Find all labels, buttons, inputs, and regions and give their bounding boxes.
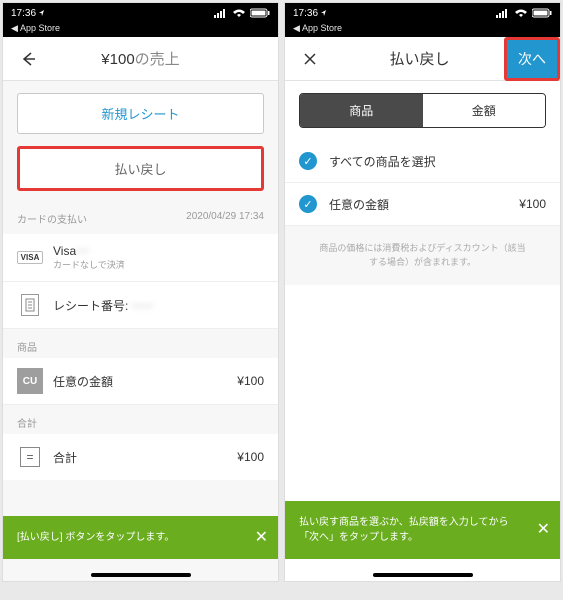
cu-icon: CU — [17, 368, 43, 394]
instruction-toast: [払い戻し] ボタンをタップします。 ✕ — [3, 516, 278, 559]
payment-section-header: カードの支払い 2020/04/29 17:34 — [3, 203, 278, 234]
home-indicator[interactable] — [91, 573, 191, 577]
toast-close-button[interactable]: ✕ — [255, 526, 268, 550]
segment-control: 商品 金額 — [299, 93, 546, 128]
custom-amount-row[interactable]: ✓ 任意の金額 ¥100 — [285, 183, 560, 226]
back-app-store[interactable]: ◀ App Store — [11, 23, 60, 33]
page-title: ¥100の売上 — [53, 48, 228, 69]
close-icon — [301, 50, 319, 68]
phone-right: 17:36 ◀ App Store 払い戻し 次へ 商品 金額 — [284, 2, 561, 582]
receipt-icon — [21, 294, 39, 316]
wifi-icon — [232, 9, 246, 18]
select-all-row[interactable]: ✓ すべての商品を選択 — [285, 140, 560, 183]
visa-icon: VISA — [17, 251, 44, 264]
items-header: 商品 — [3, 329, 278, 358]
home-indicator[interactable] — [373, 573, 473, 577]
status-bar: 17:36 — [285, 3, 560, 23]
total-row: = 合計 ¥100 — [3, 434, 278, 480]
refund-button[interactable]: 払い戻し — [17, 146, 264, 191]
segment-amount[interactable]: 金額 — [423, 94, 546, 127]
battery-icon — [250, 8, 270, 18]
close-button[interactable] — [285, 50, 335, 68]
check-icon: ✓ — [299, 152, 317, 170]
battery-icon — [532, 8, 552, 18]
phone-left: 17:36 ◀ App Store ¥100の売上 新規レシート 払い戻し — [2, 2, 279, 582]
signal-icon — [496, 9, 510, 18]
location-icon — [320, 9, 328, 17]
instruction-toast: 払い戻す商品を選ぶか、払戻額を入力してから「次へ」をタップします。 ✕ — [285, 501, 560, 559]
back-app-store[interactable]: ◀ App Store — [293, 23, 342, 33]
equals-icon: = — [20, 447, 40, 467]
item-row[interactable]: CU 任意の金額 ¥100 — [3, 358, 278, 405]
status-time: 17:36 — [11, 8, 36, 19]
next-button[interactable]: 次へ — [504, 37, 560, 81]
location-icon — [38, 9, 46, 17]
nav-bar: 払い戻し 次へ — [285, 37, 560, 81]
status-time: 17:36 — [293, 8, 318, 19]
page-title: 払い戻し — [335, 48, 504, 69]
status-bar: 17:36 — [3, 3, 278, 23]
price-hint-text: 商品の価格には消費税およびディスカウント（該当する場合）が含まれます。 — [285, 226, 560, 285]
back-button[interactable] — [3, 50, 53, 68]
payment-card-row[interactable]: VISA Visa••• カードなしで決済 — [3, 234, 278, 282]
total-header: 合計 — [3, 405, 278, 434]
new-receipt-button[interactable]: 新規レシート — [17, 93, 264, 134]
segment-items[interactable]: 商品 — [300, 94, 423, 127]
wifi-icon — [514, 9, 528, 18]
check-icon: ✓ — [299, 195, 317, 213]
signal-icon — [214, 9, 228, 18]
toast-close-button[interactable]: ✕ — [537, 518, 550, 542]
arrow-left-icon — [19, 50, 37, 68]
nav-bar: ¥100の売上 — [3, 37, 278, 81]
receipt-number-row[interactable]: レシート番号: ••••• — [3, 282, 278, 329]
